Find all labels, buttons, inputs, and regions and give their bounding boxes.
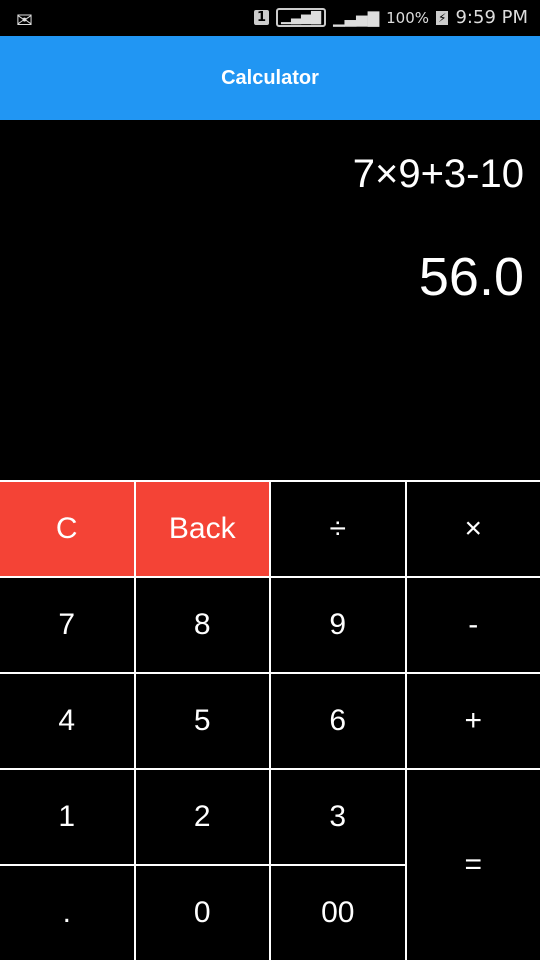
digit-9-button[interactable]: 9 [271,578,405,672]
status-bar: ✉ 1 ▁▃▅▇ ▁▃▅▇ 100% ⚡ 9:59 PM [0,0,540,36]
app-bar: Calculator [0,36,540,120]
keypad: C Back ÷ × 7 8 9 - 4 5 6 + 1 2 3 = . 0 0… [0,480,540,960]
clock: 9:59 PM [455,7,528,28]
digit-0-button[interactable]: 0 [135,866,269,960]
double-zero-button[interactable]: 00 [271,866,405,960]
minus-button[interactable]: - [406,578,540,672]
result-display: 56.0 [418,247,524,307]
app-title: Calculator [221,66,319,89]
digit-8-button[interactable]: 8 [135,578,269,672]
digit-2-button[interactable]: 2 [135,770,269,864]
digit-1-button[interactable]: 1 [0,770,134,864]
digit-6-button[interactable]: 6 [271,674,405,768]
signal-icon-2: ▁▃▅▇ [332,8,380,27]
equals-button[interactable]: = [406,770,540,960]
battery-charging-icon: ⚡ [436,10,449,25]
battery-percent: 100% [386,8,430,27]
divide-button[interactable]: ÷ [271,482,405,576]
decimal-button[interactable]: . [0,866,134,960]
digit-4-button[interactable]: 4 [0,674,134,768]
digit-5-button[interactable]: 5 [135,674,269,768]
expression-display: 7×9+3-10 [352,152,524,196]
digit-7-button[interactable]: 7 [0,578,134,672]
envelope-icon: ✉ [16,8,33,32]
signal-icon: ▁▃▅▇ [275,8,326,27]
digit-3-button[interactable]: 3 [271,770,405,864]
plus-button[interactable]: + [406,674,540,768]
back-button[interactable]: Back [135,482,269,576]
clear-button[interactable]: C [0,482,134,576]
multiply-button[interactable]: × [406,482,540,576]
sim-icon: 1 [253,10,269,25]
